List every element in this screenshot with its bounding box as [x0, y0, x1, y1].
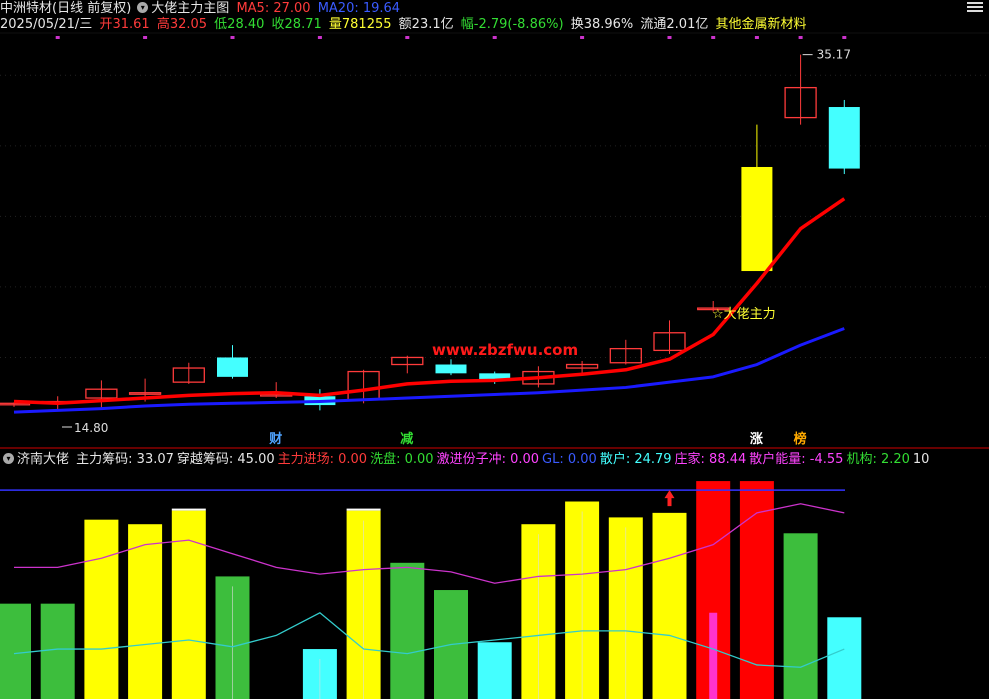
indicator-item: 散户能量: -4.55 — [749, 452, 844, 467]
indicator-item: 庄家: 88.44 — [674, 452, 747, 467]
signal-tick — [798, 36, 803, 39]
amount-value: 额23.1亿 — [398, 17, 454, 32]
ma5-line — [13, 197, 846, 406]
dropdown-icon[interactable]: ▾ — [137, 2, 149, 13]
indicator-bar — [40, 603, 75, 699]
bar-top-strip — [171, 508, 206, 511]
signal-tick — [492, 36, 497, 39]
signal-tick — [230, 36, 235, 39]
low-value: 低28.40 — [214, 17, 265, 32]
indicator-item: 主力筹码: 33.07 — [76, 452, 174, 467]
ma20-label: MA20: 19.64 — [317, 1, 401, 16]
indicator-item: 机构: 2.20 — [846, 452, 910, 467]
signal-tick — [143, 36, 148, 39]
indicator-item: 穿越筹码: 45.00 — [176, 452, 275, 467]
indicator-bar — [171, 510, 206, 699]
low-price-label: 14.80 — [74, 421, 108, 435]
close-value: 收28.71 — [271, 17, 322, 32]
high-price-label: 35.17 — [817, 48, 851, 62]
indicator-items: 主力筹码: 33.07 穿越筹码: 45.00 主力进场: 0.00 洗盘: 0.00… — [76, 452, 932, 467]
indicator-bar — [827, 617, 862, 699]
indicator-bar — [739, 481, 774, 699]
event-marker: 榜 — [794, 431, 807, 447]
stock-name[interactable]: 中洲特材(日线 前复权) — [0, 1, 131, 16]
bar-top-strip — [346, 508, 381, 511]
candle-body — [828, 107, 860, 169]
float-value: 流通2.01亿 — [640, 17, 709, 32]
candle-body — [435, 364, 467, 374]
indicator-bar — [652, 512, 687, 699]
indicator-bar — [783, 533, 818, 699]
sector-value[interactable]: 其他金属新材料 — [716, 17, 807, 32]
open-value: 开31.61 — [99, 17, 150, 32]
indicator-item: 10 — [912, 452, 930, 467]
indicator-item: 洗盘: 0.00 — [370, 452, 434, 467]
volume-value: 量781255 — [328, 17, 392, 32]
indicator-name[interactable]: 济南大佬 — [17, 452, 69, 467]
event-marker: 减 — [400, 431, 413, 447]
stock-chart-window: www.zbzfwu.com 35.17 14.80 ☆大佬主力财 减 涨 榜 中洲特材(日… — [0, 0, 989, 699]
signal-label: ☆大佬主力 — [712, 307, 776, 322]
ma5-label: MA5: 27.00 — [236, 1, 311, 16]
event-marker: 涨 — [749, 432, 763, 447]
indicator-bar — [128, 524, 163, 699]
indicator-header: ▾ 济南大佬 主力筹码: 33.07 穿越筹码: 45.00 主力进场: 0.00 洗盘… — [0, 452, 935, 468]
template-name[interactable]: 大佬主力主图 — [151, 1, 229, 16]
indicator-item: 激进份子冲: 0.00 — [436, 452, 540, 467]
indicator-bar — [390, 562, 425, 699]
menu-icon[interactable] — [967, 0, 983, 14]
signal-tick — [405, 36, 410, 39]
indicator-item: 散户: 24.79 — [599, 452, 672, 467]
indicator-item: 主力进场: 0.00 — [277, 452, 368, 467]
signal-tick — [711, 36, 716, 39]
indicator-bar — [477, 642, 512, 699]
chart-canvas[interactable]: www.zbzfwu.com 35.17 14.80 ☆大佬主力财 减 涨 榜 — [0, 0, 989, 699]
turnover-value: 换38.96% — [570, 17, 634, 32]
header-row-2: 2025/05/21/三 开31.61 高32.05 低28.40 收28.71… — [0, 17, 810, 33]
signal-tick — [754, 36, 759, 39]
high-value: 高32.05 — [156, 17, 208, 32]
inner-energy-bar — [709, 612, 718, 699]
indicator-bar — [0, 603, 31, 699]
signal-tick — [55, 36, 60, 39]
candle-body — [741, 166, 773, 272]
signal-tick — [317, 36, 322, 39]
event-marker: 财 — [269, 431, 282, 447]
up-arrow-icon — [664, 490, 675, 507]
indicator-dropdown-icon[interactable]: ▾ — [3, 453, 14, 464]
candle-body — [217, 357, 248, 377]
signal-tick — [580, 36, 585, 39]
signal-tick — [842, 36, 847, 39]
watermark-text: www.zbzfwu.com — [432, 341, 578, 359]
date-value: 2025/05/21/三 — [0, 17, 93, 32]
signal-tick — [667, 36, 672, 39]
indicator-item: GL: 0.00 — [542, 452, 597, 467]
indicator-bar — [84, 519, 119, 699]
change-value: 幅-2.79(-8.86%) — [460, 17, 564, 32]
header-row-1: 中洲特材(日线 前复权) ▾ 大佬主力主图 MA5: 27.00 MA20: 19.… — [0, 1, 403, 17]
